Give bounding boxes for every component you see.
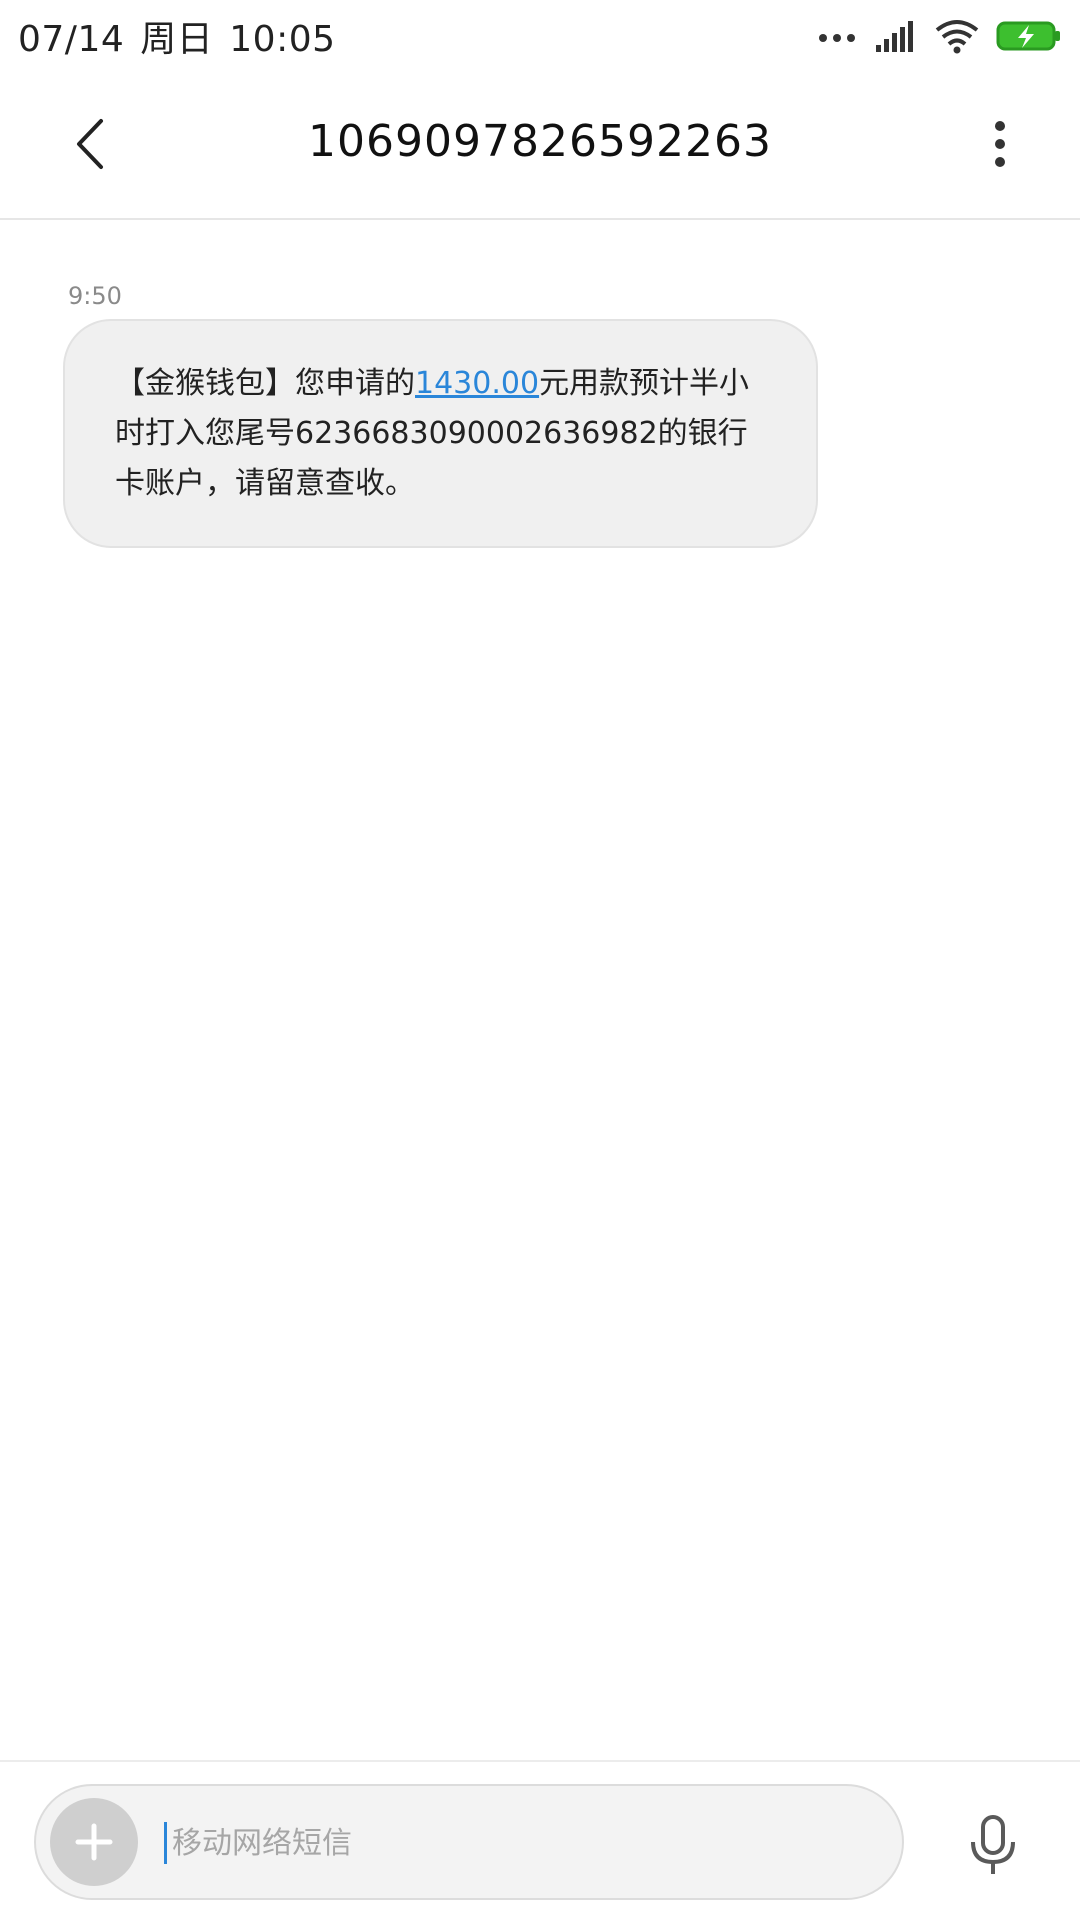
voice-input-button[interactable] [958, 1806, 1028, 1886]
amount-link[interactable]: 1430.00 [415, 366, 539, 401]
wifi-icon [935, 20, 979, 54]
compose-field[interactable] [34, 1784, 904, 1900]
status-date: 07/14 [18, 19, 125, 60]
compose-bar [0, 1760, 1080, 1920]
status-time: 10:05 [229, 19, 336, 60]
status-weekday: 周日 [140, 19, 214, 60]
message-text-before: 【金猴钱包】您申请的 [115, 366, 415, 401]
more-options-button[interactable] [980, 112, 1020, 176]
status-bar: 07/14 周日 10:05 [0, 0, 1080, 72]
attach-button[interactable] [50, 1798, 138, 1886]
status-icons [818, 18, 1062, 54]
message-bubble[interactable]: 【金猴钱包】您申请的1430.00元用款预计半小时打入您尾号6236683090… [63, 319, 818, 548]
microphone-icon [971, 1815, 1015, 1874]
message-timestamp: 9:50 [68, 282, 122, 310]
more-dots-icon [819, 34, 855, 42]
more-vertical-icon [995, 121, 1005, 167]
sms-conversation-screen: 07/14 周日 10:05 1069097826592263 9:50 【金猴… [0, 0, 1080, 1920]
conversation-header: 1069097826592263 [0, 72, 1080, 220]
battery-charging-icon [996, 21, 1060, 51]
text-caret [164, 1822, 167, 1864]
plus-icon [75, 1823, 113, 1861]
message-input[interactable] [170, 1810, 874, 1876]
status-datetime: 07/14 周日 10:05 [18, 10, 352, 62]
contact-number-title: 1069097826592263 [308, 116, 772, 167]
signal-icon [876, 21, 913, 52]
